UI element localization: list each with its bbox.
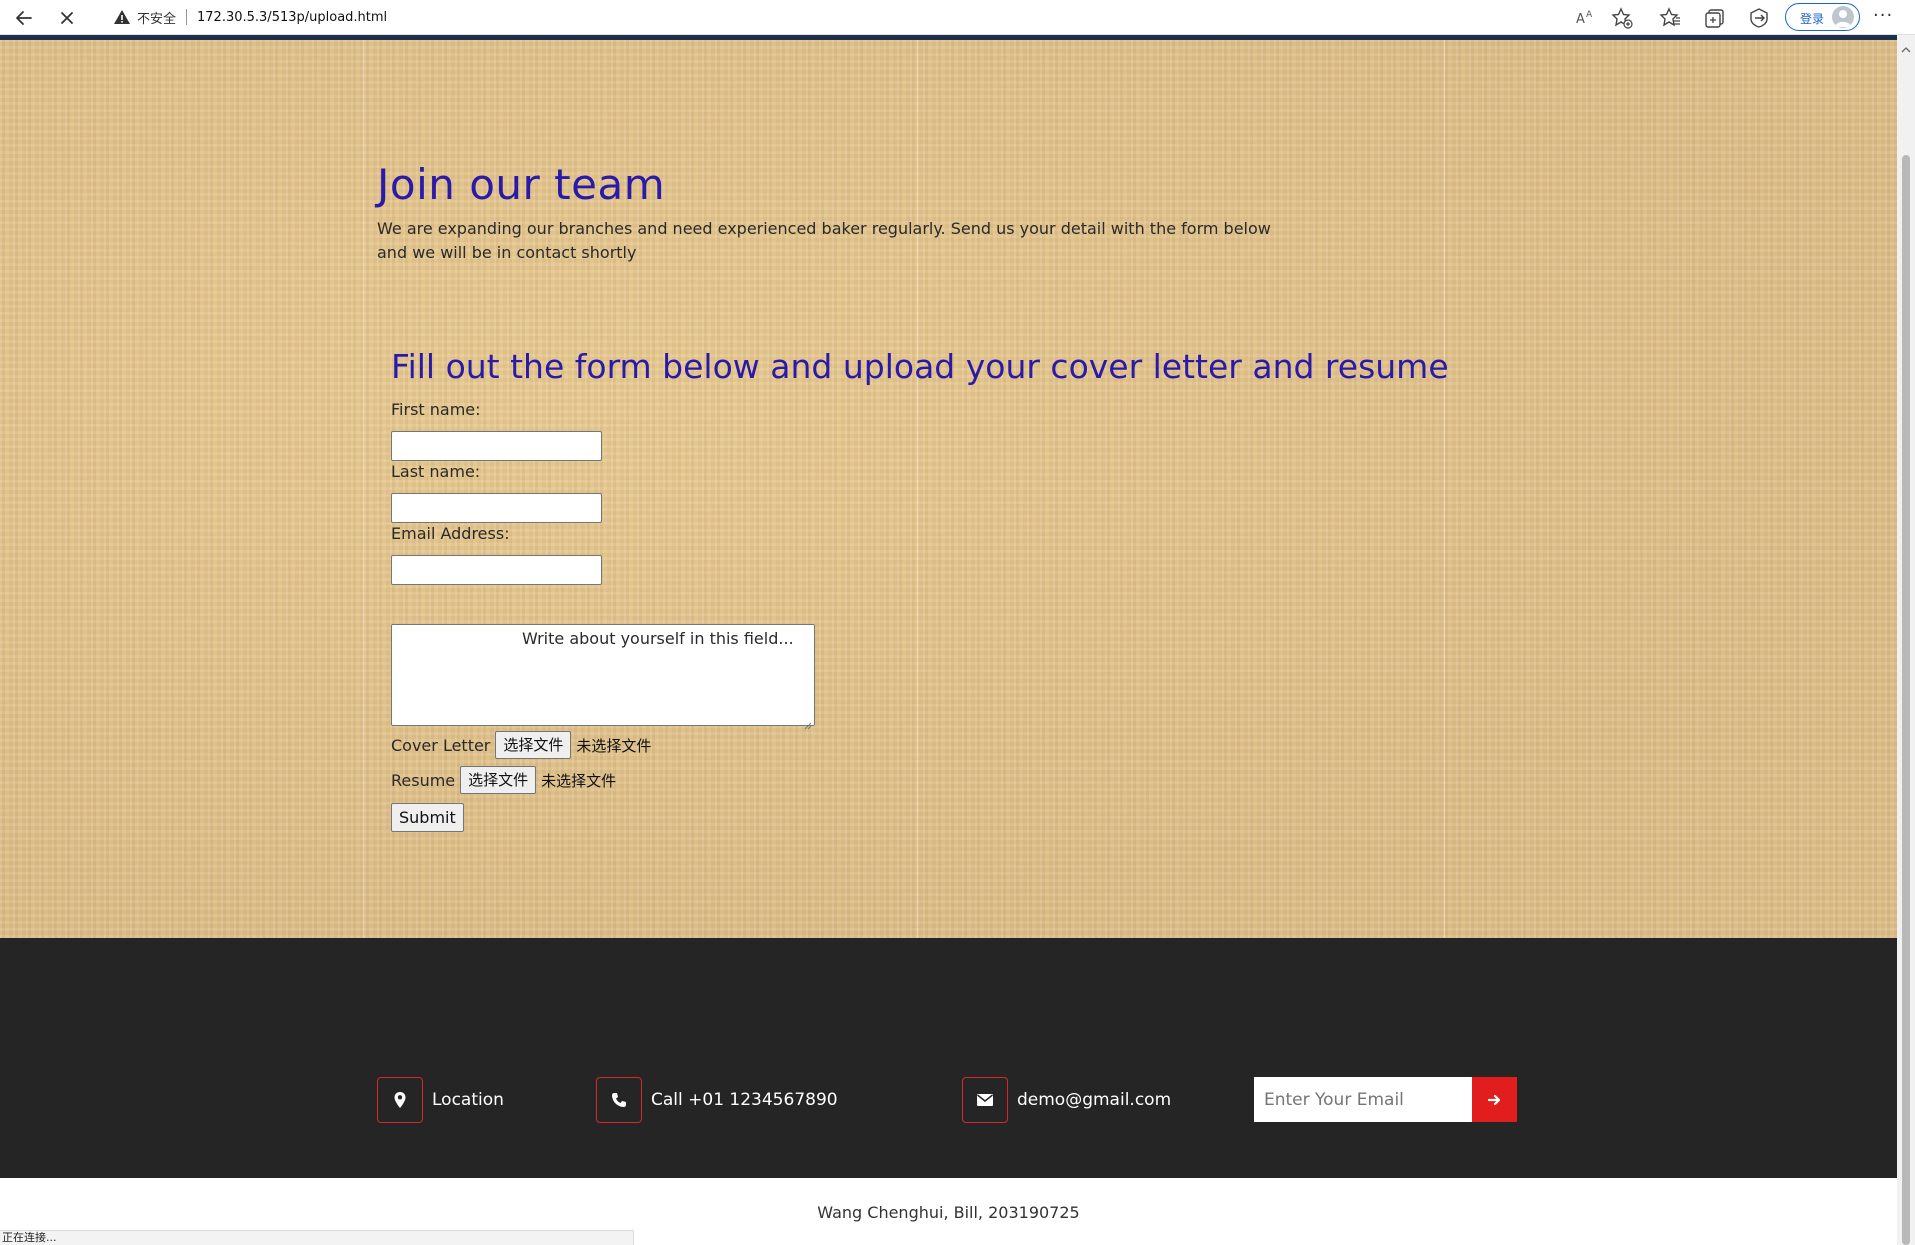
envelope-icon <box>962 1077 1008 1123</box>
background-divider <box>363 40 364 938</box>
arrow-right-icon <box>1487 1094 1500 1105</box>
page-scrollbar[interactable] <box>1897 35 1915 1245</box>
resume-row: Resume 选择文件 未选择文件 <box>391 766 616 794</box>
newsletter-email-input[interactable] <box>1254 1077 1472 1122</box>
cover-letter-file-status: 未选择文件 <box>576 736 652 755</box>
scroll-up-icon[interactable] <box>1901 39 1911 53</box>
more-menu-icon[interactable]: ··· <box>1873 5 1893 26</box>
last-name-field[interactable] <box>391 493 602 523</box>
email-label: demo@gmail.com <box>1017 1090 1172 1110</box>
resume-label: Resume <box>391 770 456 790</box>
favorites-icon[interactable] <box>1659 6 1683 30</box>
background-divider <box>917 40 918 938</box>
last-name-label: Last name: <box>391 462 481 481</box>
warning-icon <box>113 8 131 26</box>
form-title: Fill out the form below and upload your … <box>391 347 1449 386</box>
cover-letter-choose-button[interactable]: 选择文件 <box>495 731 572 759</box>
sign-in-label: 登录 <box>1800 12 1825 26</box>
page-viewport: Join our team We are expanding our branc… <box>0 35 1897 1245</box>
page-title: Join our team <box>377 160 666 209</box>
collections-icon[interactable] <box>1703 6 1727 30</box>
cover-letter-label: Cover Letter <box>391 735 491 755</box>
about-placeholder: Write about yourself in this field... <box>522 629 794 648</box>
url-text[interactable]: 172.30.5.3/513p/upload.html <box>197 10 387 25</box>
cover-letter-row: Cover Letter 选择文件 未选择文件 <box>391 731 651 759</box>
phone-label: Call +01 1234567890 <box>651 1090 838 1110</box>
about-yourself-textarea[interactable]: Write about yourself in this field... <box>391 624 815 730</box>
address-bar[interactable]: 不安全 172.30.5.3/513p/upload.html <box>100 4 1600 30</box>
join-section: Join our team We are expanding our branc… <box>0 40 1897 938</box>
resize-grip-icon[interactable] <box>804 715 812 730</box>
resume-choose-button[interactable]: 选择文件 <box>460 766 537 794</box>
phone-icon <box>596 1077 642 1123</box>
svg-text:A: A <box>1586 10 1593 20</box>
map-pin-icon <box>377 1077 423 1123</box>
status-bar: 正在连接... <box>0 1230 634 1245</box>
first-name-label: First name: <box>391 400 481 419</box>
stop-loading-icon[interactable] <box>54 5 80 31</box>
svg-text:A: A <box>1576 12 1585 27</box>
contact-footer: Location Call +01 1234567890 demo@gmail.… <box>0 938 1897 1178</box>
add-favorite-icon[interactable] <box>1610 6 1634 30</box>
avatar <box>1832 6 1854 28</box>
email-link[interactable]: demo@gmail.com <box>962 1077 1171 1123</box>
scrollbar-thumb[interactable] <box>1902 155 1910 1245</box>
newsletter-submit-button[interactable] <box>1472 1077 1517 1122</box>
location-link[interactable]: Location <box>377 1077 504 1123</box>
security-label: 不安全 <box>137 11 177 27</box>
first-name-field[interactable] <box>391 431 602 461</box>
phone-link[interactable]: Call +01 1234567890 <box>596 1077 838 1123</box>
read-aloud-icon[interactable]: AA <box>1573 6 1597 30</box>
email-field[interactable] <box>391 555 602 585</box>
back-arrow-icon[interactable] <box>11 5 37 31</box>
submit-button[interactable]: Submit <box>391 803 464 832</box>
resume-file-status: 未选择文件 <box>541 771 617 790</box>
address-divider <box>186 9 188 25</box>
browser-toolbar: 不安全 172.30.5.3/513p/upload.html AA 登录 ··… <box>0 0 1915 35</box>
copyright-text: Wang Chenghui, Bill, 203190725 <box>817 1203 1080 1222</box>
email-label: Email Address: <box>391 524 510 543</box>
browser-essentials-icon[interactable] <box>1747 6 1771 30</box>
location-label: Location <box>432 1090 504 1110</box>
background-divider <box>1444 40 1445 938</box>
sign-in-button[interactable]: 登录 <box>1785 3 1860 31</box>
intro-text: We are expanding our branches and need e… <box>377 219 1271 262</box>
